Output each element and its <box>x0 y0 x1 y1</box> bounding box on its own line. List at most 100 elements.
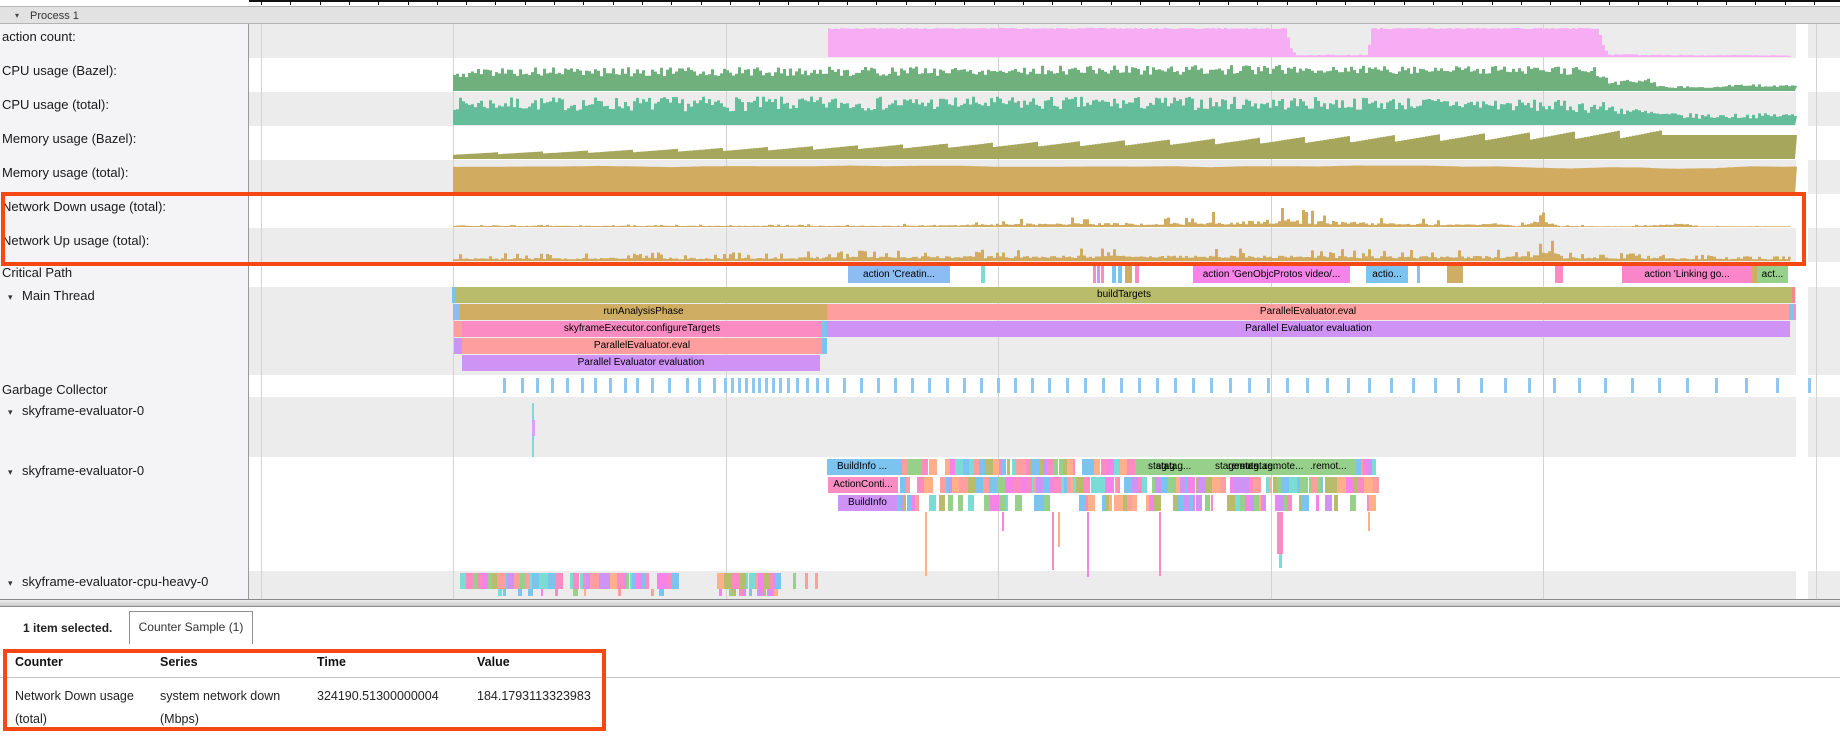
dense-slice[interactable] <box>968 495 974 511</box>
gc-event-tick[interactable] <box>997 378 1000 393</box>
gc-event-tick[interactable] <box>843 378 846 393</box>
gc-event-tick[interactable] <box>745 378 748 393</box>
gc-event-tick[interactable] <box>928 378 931 393</box>
dense-slice[interactable] <box>985 459 993 475</box>
column-header-time[interactable]: Time <box>317 655 346 669</box>
dense-slice[interactable] <box>915 495 919 511</box>
thread-slice[interactable]: skyframeExecutor.configureTargets <box>462 321 822 337</box>
sidebar-track-label[interactable]: CPU usage (Bazel): <box>2 63 117 78</box>
gc-event-tick[interactable] <box>1347 378 1350 393</box>
critical-path-slice[interactable] <box>1447 266 1463 283</box>
dense-slice[interactable] <box>1120 459 1127 475</box>
dense-slice[interactable] <box>1124 477 1132 493</box>
gc-event-tick[interactable] <box>1048 378 1051 393</box>
dense-slice[interactable] <box>518 589 523 596</box>
dense-slice[interactable] <box>976 477 983 493</box>
gc-event-tick[interactable] <box>724 378 727 393</box>
sidebar-track-label[interactable]: Critical Path <box>2 265 72 280</box>
critical-path-slice[interactable] <box>1135 266 1139 283</box>
thread-slice[interactable]: Parallel Evaluator evaluation <box>827 321 1790 337</box>
dense-slice[interactable] <box>959 477 968 493</box>
tab-counter-sample[interactable]: Counter Sample (1) <box>129 611 253 644</box>
skyframe-slice[interactable]: BuildInfo <box>838 495 897 511</box>
thread-slice[interactable]: runAnalysisPhase <box>460 304 827 320</box>
gc-event-tick[interactable] <box>581 378 584 393</box>
thread-slice[interactable]: ParallelEvaluator.eval <box>462 338 822 354</box>
dense-slice[interactable] <box>1325 495 1332 511</box>
column-header-value[interactable]: Value <box>477 655 510 669</box>
dense-slice[interactable] <box>739 573 746 589</box>
dense-slice[interactable] <box>1013 477 1021 493</box>
gc-event-tick[interactable] <box>1686 378 1689 393</box>
track-row-background[interactable] <box>249 228 1840 262</box>
dense-slice[interactable] <box>1044 495 1050 511</box>
cell-series[interactable]: system network down (Mbps) <box>160 685 300 731</box>
dense-slice[interactable] <box>968 477 976 493</box>
gc-event-tick[interactable] <box>1326 378 1329 393</box>
dense-slice[interactable] <box>955 459 963 475</box>
gc-event-tick[interactable] <box>752 378 755 393</box>
gc-event-tick[interactable] <box>609 378 612 393</box>
dense-slice[interactable] <box>548 573 556 589</box>
track-row-background[interactable] <box>249 24 1840 58</box>
dense-slice[interactable] <box>1241 477 1249 493</box>
track-row-background[interactable] <box>249 58 1840 92</box>
dense-slice[interactable] <box>1094 459 1100 475</box>
dense-slice[interactable] <box>1032 459 1039 475</box>
gc-event-tick[interactable] <box>1480 378 1483 393</box>
sidebar-track-label[interactable]: Memory usage (total): <box>2 165 128 180</box>
gc-event-tick[interactable] <box>911 378 914 393</box>
skyframe-slice[interactable]: ActionConti... <box>828 477 898 493</box>
sidebar-track-group[interactable]: ▾Main Thread <box>8 288 95 303</box>
dense-slice[interactable] <box>1015 459 1022 475</box>
critical-path-slice[interactable] <box>1125 266 1132 283</box>
dense-slice[interactable] <box>1127 459 1135 475</box>
track-row-background[interactable] <box>249 194 1840 228</box>
dense-slice[interactable] <box>659 589 665 596</box>
dense-slice[interactable] <box>732 573 739 589</box>
collapse-triangle-icon[interactable]: ▾ <box>15 8 19 24</box>
dense-slice[interactable] <box>1036 477 1043 493</box>
dense-slice[interactable] <box>774 589 778 596</box>
critical-path-slice[interactable] <box>1093 266 1096 283</box>
gc-event-tick[interactable] <box>594 378 597 393</box>
gc-event-tick[interactable] <box>816 378 819 393</box>
dense-slice[interactable] <box>952 477 959 493</box>
dense-slice[interactable] <box>815 573 818 589</box>
call-stack-spike[interactable] <box>1052 512 1054 570</box>
dense-slice[interactable] <box>573 589 578 596</box>
critical-path-slice[interactable]: action 'GenObjcProtos video/... <box>1193 266 1350 283</box>
dense-slice[interactable] <box>590 573 599 589</box>
gc-event-tick[interactable] <box>1604 378 1607 393</box>
gc-event-tick[interactable] <box>877 378 880 393</box>
column-header-counter[interactable]: Counter <box>15 655 63 669</box>
gc-event-tick[interactable] <box>1229 378 1232 393</box>
sidebar-track-label[interactable]: Garbage Collector <box>2 382 108 397</box>
gc-event-tick[interactable] <box>731 378 734 393</box>
dense-slice[interactable] <box>1253 477 1261 493</box>
critical-path-slice[interactable] <box>1118 266 1122 283</box>
gc-event-tick[interactable] <box>980 378 983 393</box>
dense-slice[interactable] <box>1007 459 1011 475</box>
dense-slice[interactable] <box>1083 477 1091 493</box>
gc-event-tick[interactable] <box>1715 378 1718 393</box>
dense-slice[interactable] <box>929 459 937 475</box>
dense-slice[interactable] <box>617 573 623 589</box>
dense-slice[interactable] <box>1154 495 1161 511</box>
dense-slice[interactable] <box>1373 477 1379 493</box>
track-row-background[interactable] <box>249 92 1840 126</box>
dense-slice[interactable] <box>732 589 737 596</box>
dense-slice[interactable] <box>584 589 586 596</box>
timeline-area[interactable]: action 'Creatin...action 'GenObjcProtos … <box>0 24 1840 599</box>
dense-slice[interactable] <box>1369 495 1376 511</box>
dense-slice[interactable] <box>671 573 679 589</box>
call-stack-spike[interactable] <box>1277 512 1283 554</box>
critical-path-slice[interactable] <box>1101 266 1104 283</box>
panel-splitter[interactable] <box>0 599 1840 607</box>
cell-counter[interactable]: Network Down usage (total) <box>15 685 140 731</box>
dense-slice[interactable] <box>1161 477 1169 493</box>
gc-event-tick[interactable] <box>1578 378 1581 393</box>
thread-slice[interactable] <box>822 338 827 354</box>
dense-slice[interactable] <box>1346 477 1354 493</box>
thread-slice[interactable]: ParallelEvaluator.eval <box>827 304 1789 320</box>
